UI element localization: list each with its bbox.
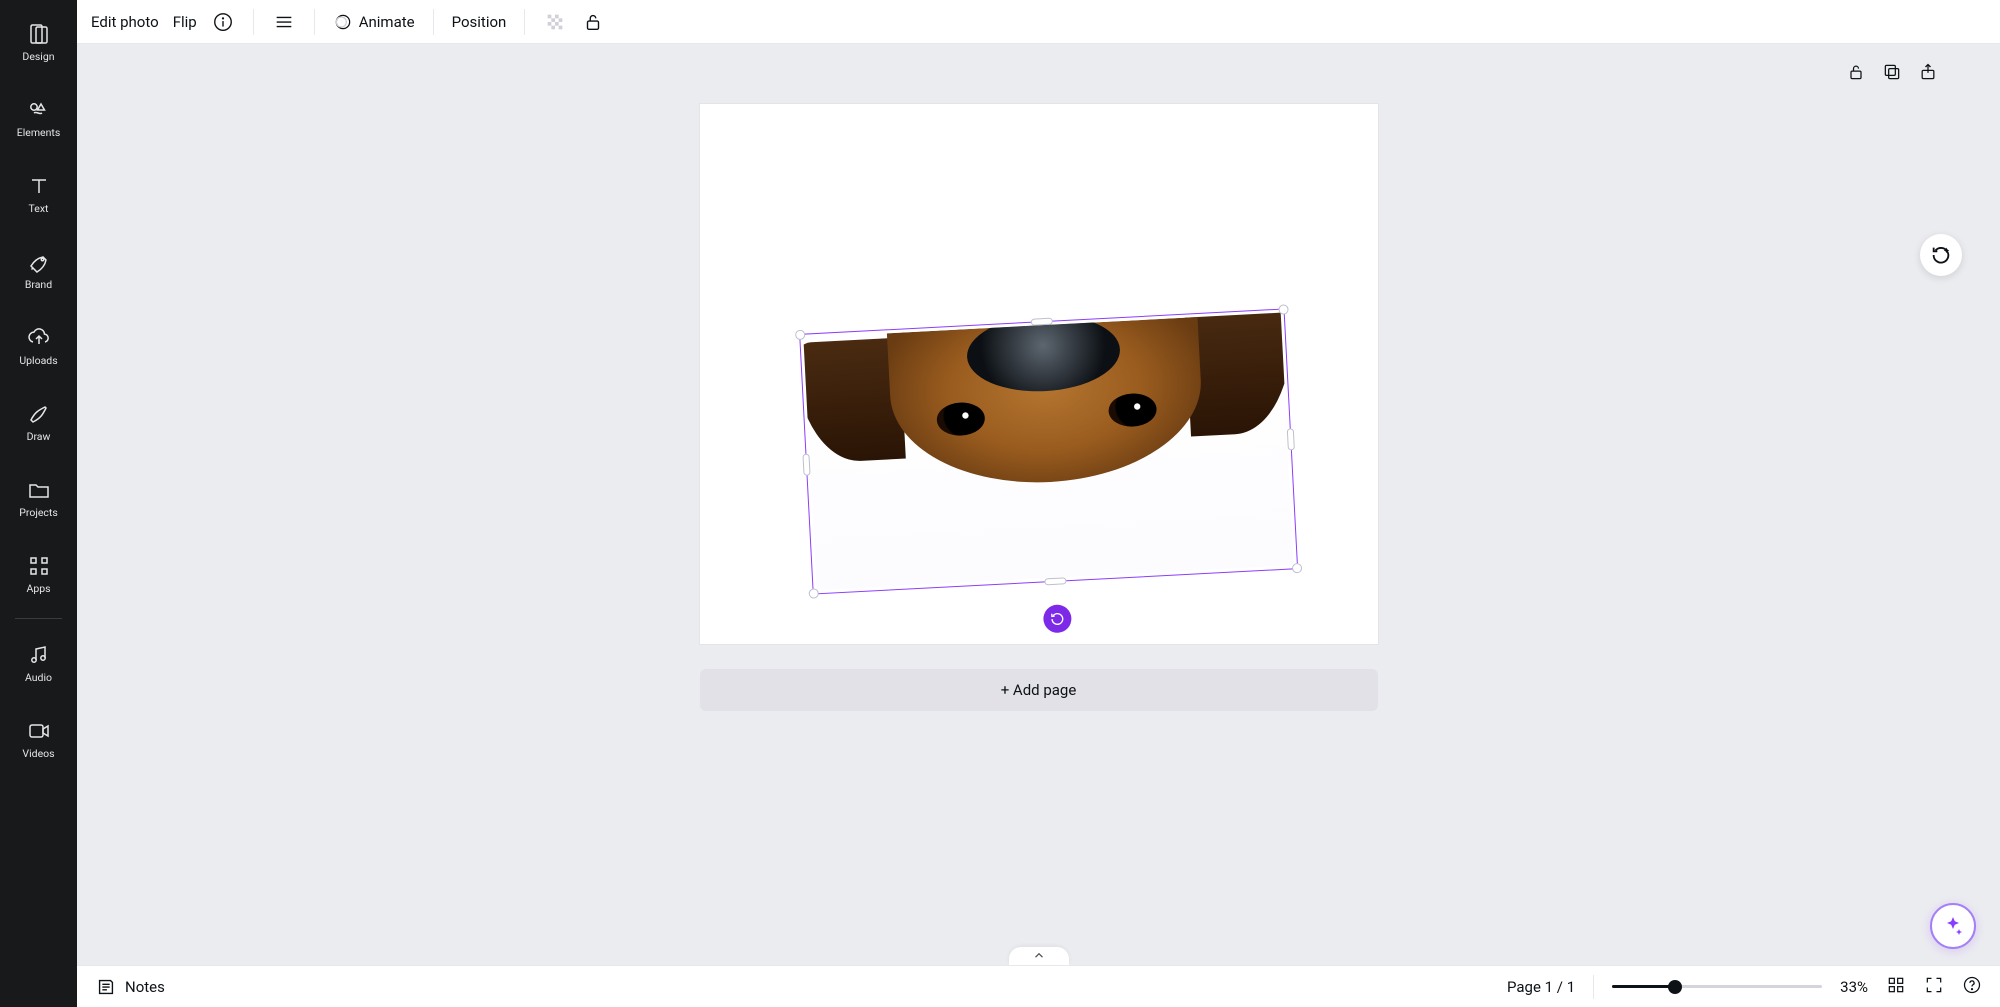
transparency-icon[interactable] xyxy=(543,10,567,34)
selection-outline xyxy=(799,308,1298,594)
canvas-area[interactable]: + Add page xyxy=(77,44,2000,965)
sidebar-item-text[interactable]: Text xyxy=(0,156,77,232)
rotate-handle[interactable] xyxy=(1042,604,1071,633)
selected-element[interactable] xyxy=(794,297,1304,620)
sidebar-item-brand[interactable]: Brand xyxy=(0,232,77,308)
share-page-icon[interactable] xyxy=(1918,62,1938,86)
zoom-percent[interactable]: 33% xyxy=(1840,978,1868,996)
resize-handle-tl[interactable] xyxy=(794,330,805,341)
notes-button[interactable]: Notes xyxy=(95,976,165,998)
animate-button[interactable]: Animate xyxy=(333,12,415,32)
resize-handle-bl[interactable] xyxy=(808,588,819,599)
context-toolbar: Edit photo Flip Animate Position xyxy=(77,0,2000,44)
fullscreen-icon[interactable] xyxy=(1924,975,1944,999)
sidebar-label: Draw xyxy=(27,430,51,443)
design-page[interactable] xyxy=(700,104,1378,644)
separator xyxy=(314,9,315,35)
sidebar-item-elements[interactable]: Elements xyxy=(0,80,77,156)
sidebar-item-videos[interactable]: Videos xyxy=(0,701,77,777)
sidebar-label: Brand xyxy=(25,278,52,291)
lock-icon[interactable] xyxy=(581,10,605,34)
info-icon[interactable] xyxy=(211,10,235,34)
regenerate-button[interactable] xyxy=(1920,234,1962,276)
notes-label: Notes xyxy=(125,978,165,996)
sidebar-divider xyxy=(15,618,61,619)
sidebar-item-projects[interactable]: Projects xyxy=(0,460,77,536)
resize-handle-right[interactable] xyxy=(1286,428,1294,450)
sidebar-label: Text xyxy=(29,202,49,215)
add-page-button[interactable]: + Add page xyxy=(700,669,1378,711)
separator xyxy=(253,9,254,35)
grid-view-icon[interactable] xyxy=(1886,975,1906,999)
help-icon[interactable] xyxy=(1962,975,1982,999)
sidebar-label: Elements xyxy=(17,126,61,139)
add-page-label: + Add page xyxy=(1001,681,1077,699)
expand-pages-tab[interactable] xyxy=(1009,947,1069,965)
sidebar-label: Design xyxy=(22,50,54,63)
resize-handle-bottom[interactable] xyxy=(1044,577,1066,585)
resize-handle-br[interactable] xyxy=(1291,563,1302,574)
zoom-slider[interactable] xyxy=(1612,985,1822,988)
duplicate-page-icon[interactable] xyxy=(1882,62,1902,86)
page-tools xyxy=(1846,62,1938,86)
flip-button[interactable]: Flip xyxy=(173,13,197,31)
resize-handle-left[interactable] xyxy=(802,453,810,475)
resize-handle-tr[interactable] xyxy=(1278,304,1289,315)
status-bar: Notes Page 1 / 1 33% xyxy=(77,965,2000,1007)
separator xyxy=(524,9,525,35)
list-icon[interactable] xyxy=(272,10,296,34)
sidebar-label: Audio xyxy=(25,671,52,684)
sidebar-label: Projects xyxy=(19,506,58,519)
zoom-slider-thumb[interactable] xyxy=(1668,980,1682,994)
sidebar-label: Uploads xyxy=(19,354,57,367)
ai-assist-button[interactable] xyxy=(1930,903,1976,949)
sidebar-label: Videos xyxy=(22,747,54,760)
main: Edit photo Flip Animate Position xyxy=(77,0,2000,1007)
sidebar-item-apps[interactable]: Apps xyxy=(0,536,77,612)
sidebar-item-audio[interactable]: Audio xyxy=(0,625,77,701)
sidebar: Design Elements Text Brand Uploads Draw … xyxy=(0,0,77,1007)
page-lock-icon[interactable] xyxy=(1846,62,1866,86)
page-indicator[interactable]: Page 1 / 1 xyxy=(1507,978,1575,996)
edit-photo-button[interactable]: Edit photo xyxy=(91,13,159,31)
sidebar-label: Apps xyxy=(26,582,50,595)
resize-handle-top[interactable] xyxy=(1030,318,1052,326)
position-button[interactable]: Position xyxy=(452,13,507,31)
separator xyxy=(433,9,434,35)
animate-label: Animate xyxy=(359,13,415,31)
sidebar-item-design[interactable]: Design xyxy=(0,4,77,80)
separator xyxy=(1593,975,1594,999)
sidebar-item-uploads[interactable]: Uploads xyxy=(0,308,77,384)
sidebar-item-draw[interactable]: Draw xyxy=(0,384,77,460)
